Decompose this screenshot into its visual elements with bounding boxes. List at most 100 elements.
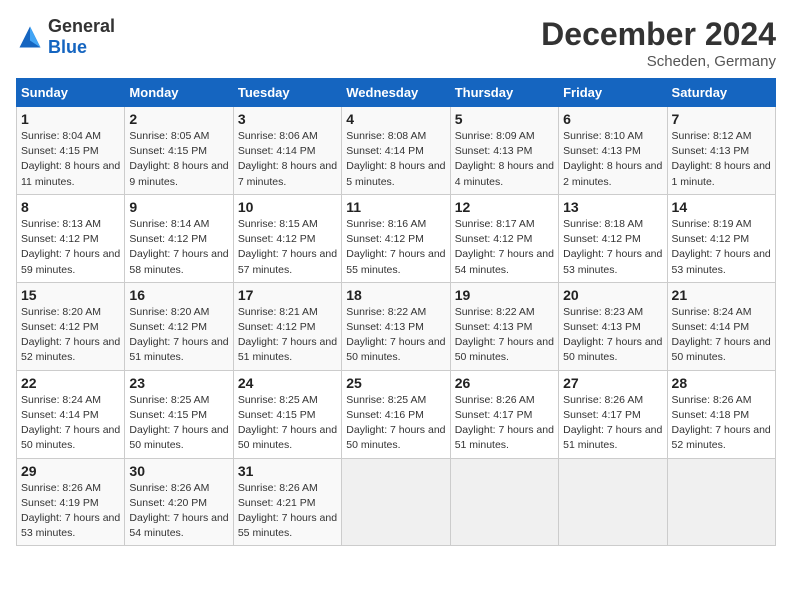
day-number: 28 — [672, 375, 771, 391]
day-number: 4 — [346, 111, 445, 127]
calendar-day-cell: 15Sunrise: 8:20 AMSunset: 4:12 PMDayligh… — [17, 282, 125, 370]
day-number: 16 — [129, 287, 228, 303]
day-info: Sunrise: 8:26 AMSunset: 4:17 PMDaylight:… — [563, 393, 662, 454]
day-info: Sunrise: 8:21 AMSunset: 4:12 PMDaylight:… — [238, 305, 337, 366]
day-info: Sunrise: 8:19 AMSunset: 4:12 PMDaylight:… — [672, 217, 771, 278]
month-title: December 2024 — [541, 16, 776, 53]
calendar-day-header: Wednesday — [342, 79, 450, 107]
calendar-day-header: Saturday — [667, 79, 775, 107]
calendar-day-cell — [559, 458, 667, 546]
calendar-day-cell: 24 Sunrise: 8:25 AMSunset: 4:15 PMDayligh… — [233, 370, 341, 458]
calendar-day-cell: 11 Sunrise: 8:16 AMSunset: 4:12 PMDayligh… — [342, 194, 450, 282]
calendar-day-cell: 25Sunrise: 8:25 AMSunset: 4:16 PMDayligh… — [342, 370, 450, 458]
day-number: 14 — [672, 199, 771, 215]
day-info: Sunrise: 8:22 AMSunset: 4:13 PMDaylight:… — [455, 305, 554, 366]
calendar-day-cell: 12Sunrise: 8:17 AMSunset: 4:12 PMDayligh… — [450, 194, 558, 282]
calendar-day-cell: 14 Sunrise: 8:19 AMSunset: 4:12 PMDayligh… — [667, 194, 775, 282]
day-info: Sunrise: 8:17 AMSunset: 4:12 PMDaylight:… — [455, 217, 554, 278]
calendar-day-cell: 20 Sunrise: 8:23 AMSunset: 4:13 PMDayligh… — [559, 282, 667, 370]
day-info: Sunrise: 8:20 AMSunset: 4:12 PMDaylight:… — [21, 305, 120, 366]
day-number: 24 — [238, 375, 337, 391]
calendar-day-cell — [450, 458, 558, 546]
calendar-day-cell: 6Sunrise: 8:10 AMSunset: 4:13 PMDaylight… — [559, 107, 667, 195]
day-number: 22 — [21, 375, 120, 391]
calendar-day-header: Thursday — [450, 79, 558, 107]
day-number: 27 — [563, 375, 662, 391]
day-info: Sunrise: 8:14 AMSunset: 4:12 PMDaylight:… — [129, 217, 228, 278]
calendar-day-cell: 27 Sunrise: 8:26 AMSunset: 4:17 PMDayligh… — [559, 370, 667, 458]
day-info: Sunrise: 8:25 AMSunset: 4:15 PMDaylight:… — [238, 393, 337, 454]
day-info: Sunrise: 8:10 AMSunset: 4:13 PMDaylight:… — [563, 129, 662, 190]
day-number: 1 — [21, 111, 120, 127]
day-number: 7 — [672, 111, 771, 127]
day-number: 20 — [563, 287, 662, 303]
day-number: 8 — [21, 199, 120, 215]
day-info: Sunrise: 8:04 AMSunset: 4:15 PMDaylight:… — [21, 129, 120, 190]
day-number: 13 — [563, 199, 662, 215]
logo-blue-text: Blue — [48, 37, 87, 57]
day-info: Sunrise: 8:09 AMSunset: 4:13 PMDaylight:… — [455, 129, 554, 190]
day-info: Sunrise: 8:26 AMSunset: 4:19 PMDaylight:… — [21, 481, 120, 542]
day-number: 10 — [238, 199, 337, 215]
day-info: Sunrise: 8:26 AMSunset: 4:20 PMDaylight:… — [129, 481, 228, 542]
day-number: 29 — [21, 463, 120, 479]
calendar-day-cell: 16Sunrise: 8:20 AMSunset: 4:12 PMDayligh… — [125, 282, 233, 370]
day-info: Sunrise: 8:16 AMSunset: 4:12 PMDaylight:… — [346, 217, 445, 278]
day-number: 23 — [129, 375, 228, 391]
calendar-day-header: Sunday — [17, 79, 125, 107]
day-info: Sunrise: 8:26 AMSunset: 4:17 PMDaylight:… — [455, 393, 554, 454]
calendar-day-cell: 18 Sunrise: 8:22 AMSunset: 4:13 PMDayligh… — [342, 282, 450, 370]
day-info: Sunrise: 8:24 AMSunset: 4:14 PMDaylight:… — [672, 305, 771, 366]
calendar-day-cell: 10Sunrise: 8:15 AMSunset: 4:12 PMDayligh… — [233, 194, 341, 282]
calendar-day-cell: 13 Sunrise: 8:18 AMSunset: 4:12 PMDayligh… — [559, 194, 667, 282]
calendar-day-header: Tuesday — [233, 79, 341, 107]
calendar-body: 1 Sunrise: 8:04 AMSunset: 4:15 PMDaylight… — [17, 107, 776, 546]
calendar-week-row: 1 Sunrise: 8:04 AMSunset: 4:15 PMDaylight… — [17, 107, 776, 195]
logo-general-text: General — [48, 16, 115, 36]
calendar-day-header: Monday — [125, 79, 233, 107]
day-number: 3 — [238, 111, 337, 127]
calendar-day-cell: 30 Sunrise: 8:26 AMSunset: 4:20 PMDayligh… — [125, 458, 233, 546]
calendar-week-row: 15Sunrise: 8:20 AMSunset: 4:12 PMDayligh… — [17, 282, 776, 370]
logo-icon — [16, 23, 44, 51]
calendar-header-row: SundayMondayTuesdayWednesdayThursdayFrid… — [17, 79, 776, 107]
calendar-day-cell: 19 Sunrise: 8:22 AMSunset: 4:13 PMDayligh… — [450, 282, 558, 370]
calendar-day-cell: 7 Sunrise: 8:12 AMSunset: 4:13 PMDaylight… — [667, 107, 775, 195]
day-info: Sunrise: 8:05 AMSunset: 4:15 PMDaylight:… — [129, 129, 228, 190]
location-title: Scheden, Germany — [541, 53, 776, 70]
calendar-day-cell: 8Sunrise: 8:13 AMSunset: 4:12 PMDaylight… — [17, 194, 125, 282]
day-info: Sunrise: 8:26 AMSunset: 4:21 PMDaylight:… — [238, 481, 337, 542]
calendar-week-row: 22Sunrise: 8:24 AMSunset: 4:14 PMDayligh… — [17, 370, 776, 458]
title-area: December 2024 Scheden, Germany — [541, 16, 776, 70]
calendar-day-cell: 29 Sunrise: 8:26 AMSunset: 4:19 PMDayligh… — [17, 458, 125, 546]
day-info: Sunrise: 8:25 AMSunset: 4:15 PMDaylight:… — [129, 393, 228, 454]
day-number: 25 — [346, 375, 445, 391]
calendar-day-cell: 9 Sunrise: 8:14 AMSunset: 4:12 PMDaylight… — [125, 194, 233, 282]
day-number: 31 — [238, 463, 337, 479]
day-info: Sunrise: 8:08 AMSunset: 4:14 PMDaylight:… — [346, 129, 445, 190]
calendar-day-cell: 28 Sunrise: 8:26 AMSunset: 4:18 PMDayligh… — [667, 370, 775, 458]
calendar-day-cell: 17 Sunrise: 8:21 AMSunset: 4:12 PMDayligh… — [233, 282, 341, 370]
day-info: Sunrise: 8:18 AMSunset: 4:12 PMDaylight:… — [563, 217, 662, 278]
calendar-day-cell — [667, 458, 775, 546]
day-number: 2 — [129, 111, 228, 127]
day-number: 9 — [129, 199, 228, 215]
day-number: 19 — [455, 287, 554, 303]
day-info: Sunrise: 8:12 AMSunset: 4:13 PMDaylight:… — [672, 129, 771, 190]
calendar-day-cell: 2 Sunrise: 8:05 AMSunset: 4:15 PMDaylight… — [125, 107, 233, 195]
day-info: Sunrise: 8:22 AMSunset: 4:13 PMDaylight:… — [346, 305, 445, 366]
calendar-day-cell: 3Sunrise: 8:06 AMSunset: 4:14 PMDaylight… — [233, 107, 341, 195]
day-number: 21 — [672, 287, 771, 303]
day-number: 17 — [238, 287, 337, 303]
day-number: 11 — [346, 199, 445, 215]
calendar-table: SundayMondayTuesdayWednesdayThursdayFrid… — [16, 78, 776, 546]
day-number: 26 — [455, 375, 554, 391]
day-info: Sunrise: 8:26 AMSunset: 4:18 PMDaylight:… — [672, 393, 771, 454]
logo: General Blue — [16, 16, 115, 58]
day-number: 30 — [129, 463, 228, 479]
calendar-week-row: 8Sunrise: 8:13 AMSunset: 4:12 PMDaylight… — [17, 194, 776, 282]
day-number: 18 — [346, 287, 445, 303]
day-info: Sunrise: 8:23 AMSunset: 4:13 PMDaylight:… — [563, 305, 662, 366]
calendar-day-cell: 31 Sunrise: 8:26 AMSunset: 4:21 PMDayligh… — [233, 458, 341, 546]
calendar-day-header: Friday — [559, 79, 667, 107]
